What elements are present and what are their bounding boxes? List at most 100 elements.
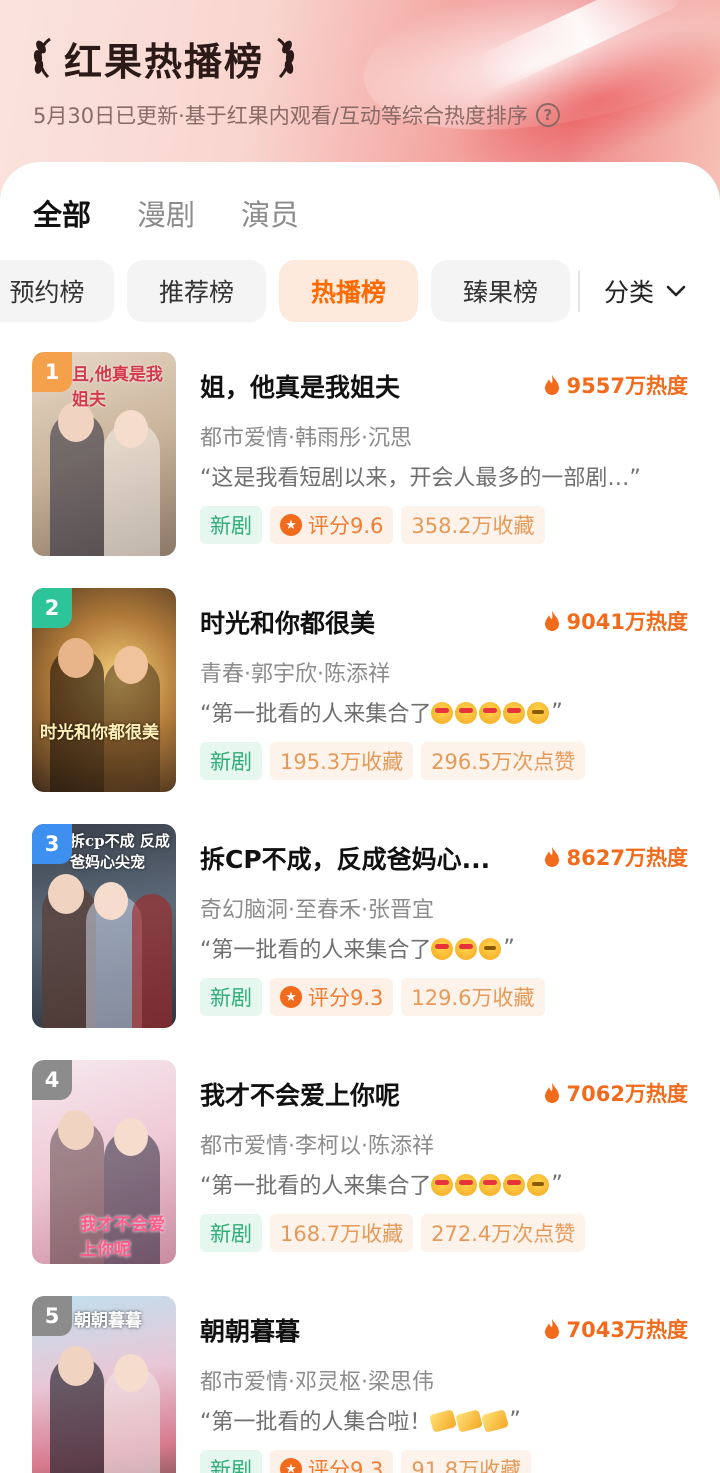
rank-badge: 4	[32, 1060, 72, 1100]
heat-text: 9041万热度	[566, 610, 688, 634]
clapping-emoji-icon	[481, 1409, 510, 1433]
new-tag: 新剧	[200, 506, 262, 544]
quote-text: “这是我看短剧以来，开会人最多的一部剧…”	[200, 466, 641, 491]
tag-row: 新剧 ★ 评分9.6 358.2万收藏	[200, 506, 545, 544]
heart-eyes-emoji-icon	[479, 702, 502, 724]
drama-quote: “第一批看的人来集合了 ”	[200, 932, 515, 964]
chevron-down-icon	[666, 285, 686, 297]
new-tag: 新剧	[200, 1214, 262, 1252]
new-tag: 新剧	[200, 978, 262, 1016]
grin-sweat-emoji-icon	[527, 1174, 550, 1196]
chip-hot-play[interactable]: 热播榜	[279, 260, 418, 322]
chip-premium[interactable]: 臻果榜	[431, 260, 570, 322]
heat-count: 9557万热度	[543, 370, 688, 400]
heart-eyes-emoji-icon	[455, 702, 478, 724]
quote-text: “第一批看的人来集合了	[200, 702, 432, 727]
poster-image[interactable]: 我才不会爱上你呢 4	[32, 1060, 176, 1264]
chip-recommend[interactable]: 推荐榜	[127, 260, 266, 322]
heart-eyes-emoji-icon	[455, 938, 478, 960]
list-item[interactable]: 朝朝暮暮 5 朝朝暮暮 7043万热度 都市爱情·邓灵枢·梁思伟 “第一批看的人…	[0, 1296, 720, 1473]
heart-eyes-emoji-icon	[479, 1174, 502, 1196]
heart-eyes-emoji-icon	[431, 702, 454, 724]
quote-text: “第一批看的人来集合了	[200, 938, 432, 963]
tag-row: 新剧 168.7万收藏 272.4万次点赞	[200, 1214, 586, 1252]
favorites-tag: 129.6万收藏	[401, 978, 545, 1016]
quote-close: ”	[509, 1407, 521, 1433]
new-tag: 新剧	[200, 742, 262, 780]
rating-text: 评分9.3	[308, 1458, 384, 1473]
poster-image[interactable]: 拆cp不成 反成爸妈心尖宠 3	[32, 824, 176, 1028]
tag-row: 新剧 ★ 评分9.3 129.6万收藏	[200, 978, 545, 1016]
tab-actors[interactable]: 演员	[241, 192, 299, 234]
favorites-tag: 168.7万收藏	[270, 1214, 414, 1252]
drama-title[interactable]: 朝朝暮暮	[200, 1312, 300, 1348]
new-tag: 新剧	[200, 1450, 262, 1473]
list-item[interactable]: 时光和你都很美 2 时光和你都很美 9041万热度 青春·郭宇欣·陈添祥 “第一…	[0, 588, 720, 792]
heat-text: 7043万热度	[566, 1318, 688, 1342]
drama-quote: “第一批看的人来集合了 ”	[200, 696, 563, 728]
chip-reservation[interactable]: 预约榜	[0, 260, 114, 322]
drama-meta: 都市爱情·邓灵枢·梁思伟	[200, 1370, 434, 1395]
list-item[interactable]: 拆cp不成 反成爸妈心尖宠 3 拆CP不成，反成爸妈心... 8627万热度 奇…	[0, 824, 720, 1028]
poster-title-text: 拆cp不成 反成爸妈心尖宠	[70, 832, 170, 871]
poster-image[interactable]: 且,他真是我姐夫 1	[32, 352, 176, 556]
tab-all[interactable]: 全部	[33, 192, 91, 234]
drama-quote: “第一批看的人来集合了 ”	[200, 1168, 563, 1200]
heart-eyes-emoji-icon	[431, 1174, 454, 1196]
heat-text: 9557万热度	[566, 374, 688, 398]
flame-icon	[544, 611, 559, 631]
poster-title-text: 且,他真是我姐夫	[72, 365, 163, 410]
heat-count: 7062万热度	[543, 1078, 688, 1108]
clapping-emoji-icon	[455, 1409, 484, 1433]
tab-comic-drama[interactable]: 漫剧	[137, 192, 195, 234]
drama-meta: 青春·郭宇欣·陈添祥	[200, 662, 390, 687]
heat-count: 7043万热度	[543, 1314, 688, 1344]
drama-title[interactable]: 我才不会爱上你呢	[200, 1076, 400, 1112]
poster-title-text: 朝朝暮暮	[74, 1311, 142, 1331]
rating-tag: ★ 评分9.3	[270, 978, 394, 1016]
page-title: 红果热播榜	[64, 39, 265, 84]
flame-icon	[544, 1083, 559, 1103]
rank-badge: 5	[32, 1296, 72, 1336]
flame-icon	[544, 1319, 559, 1339]
update-subtitle: 5月30日已更新·基于红果内观看/互动等综合热度排序 ?	[33, 100, 560, 130]
ranking-panel: 全部 漫剧 演员 预约榜 推荐榜 热播榜 臻果榜 分类 且,他真是我姐夫 1 姐…	[0, 162, 720, 1473]
top-tabs: 全部 漫剧 演员	[33, 192, 299, 234]
laurel-right-icon	[277, 37, 295, 79]
drama-quote: “这是我看短剧以来，开会人最多的一部剧…”	[200, 460, 641, 492]
star-icon: ★	[280, 986, 302, 1008]
list-item[interactable]: 我才不会爱上你呢 4 我才不会爱上你呢 7062万热度 都市爱情·李柯以·陈添祥…	[0, 1060, 720, 1264]
quote-text: “第一批看的人来集合了	[200, 1174, 432, 1199]
category-dropdown[interactable]: 分类	[604, 260, 688, 322]
rank-badge: 3	[32, 824, 72, 864]
poster-image[interactable]: 朝朝暮暮 5	[32, 1296, 176, 1473]
rating-tag: ★ 评分9.6	[270, 506, 394, 544]
drama-title[interactable]: 拆CP不成，反成爸妈心...	[200, 840, 490, 876]
chip-divider	[578, 270, 580, 312]
poster-title-text: 时光和你都很美	[40, 723, 159, 743]
favorites-tag: 358.2万收藏	[401, 506, 545, 544]
subtitle-text: 5月30日已更新·基于红果内观看/互动等综合热度排序	[33, 104, 528, 128]
poster-title-text: 我才不会爱上你呢	[80, 1215, 165, 1260]
favorites-tag: 195.3万收藏	[270, 742, 414, 780]
poster-image[interactable]: 时光和你都很美 2	[32, 588, 176, 792]
heart-eyes-emoji-icon	[431, 938, 454, 960]
heart-eyes-emoji-icon	[503, 1174, 526, 1196]
tag-row: 新剧 195.3万收藏 296.5万次点赞	[200, 742, 586, 780]
ranking-chip-row: 预约榜 推荐榜 热播榜 臻果榜 分类	[0, 260, 720, 322]
rank-badge: 2	[32, 588, 72, 628]
category-label: 分类	[604, 278, 655, 307]
drama-title[interactable]: 时光和你都很美	[200, 604, 375, 640]
drama-title[interactable]: 姐，他真是我姐夫	[200, 368, 400, 404]
heat-text: 8627万热度	[566, 846, 688, 870]
flame-icon	[544, 375, 559, 395]
drama-meta: 都市爱情·李柯以·陈添祥	[200, 1134, 434, 1159]
drama-meta: 奇幻脑洞·至春禾·张晋宜	[200, 898, 434, 923]
rank-badge: 1	[32, 352, 72, 392]
question-circle-icon[interactable]: ?	[535, 103, 560, 127]
drama-meta: 都市爱情·韩雨彤·沉思	[200, 426, 412, 451]
heat-count: 8627万热度	[543, 842, 688, 872]
list-item[interactable]: 且,他真是我姐夫 1 姐，他真是我姐夫 9557万热度 都市爱情·韩雨彤·沉思 …	[0, 352, 720, 556]
page-title-row: 红果热播榜	[30, 30, 298, 86]
clapping-emoji-icon	[429, 1409, 458, 1433]
